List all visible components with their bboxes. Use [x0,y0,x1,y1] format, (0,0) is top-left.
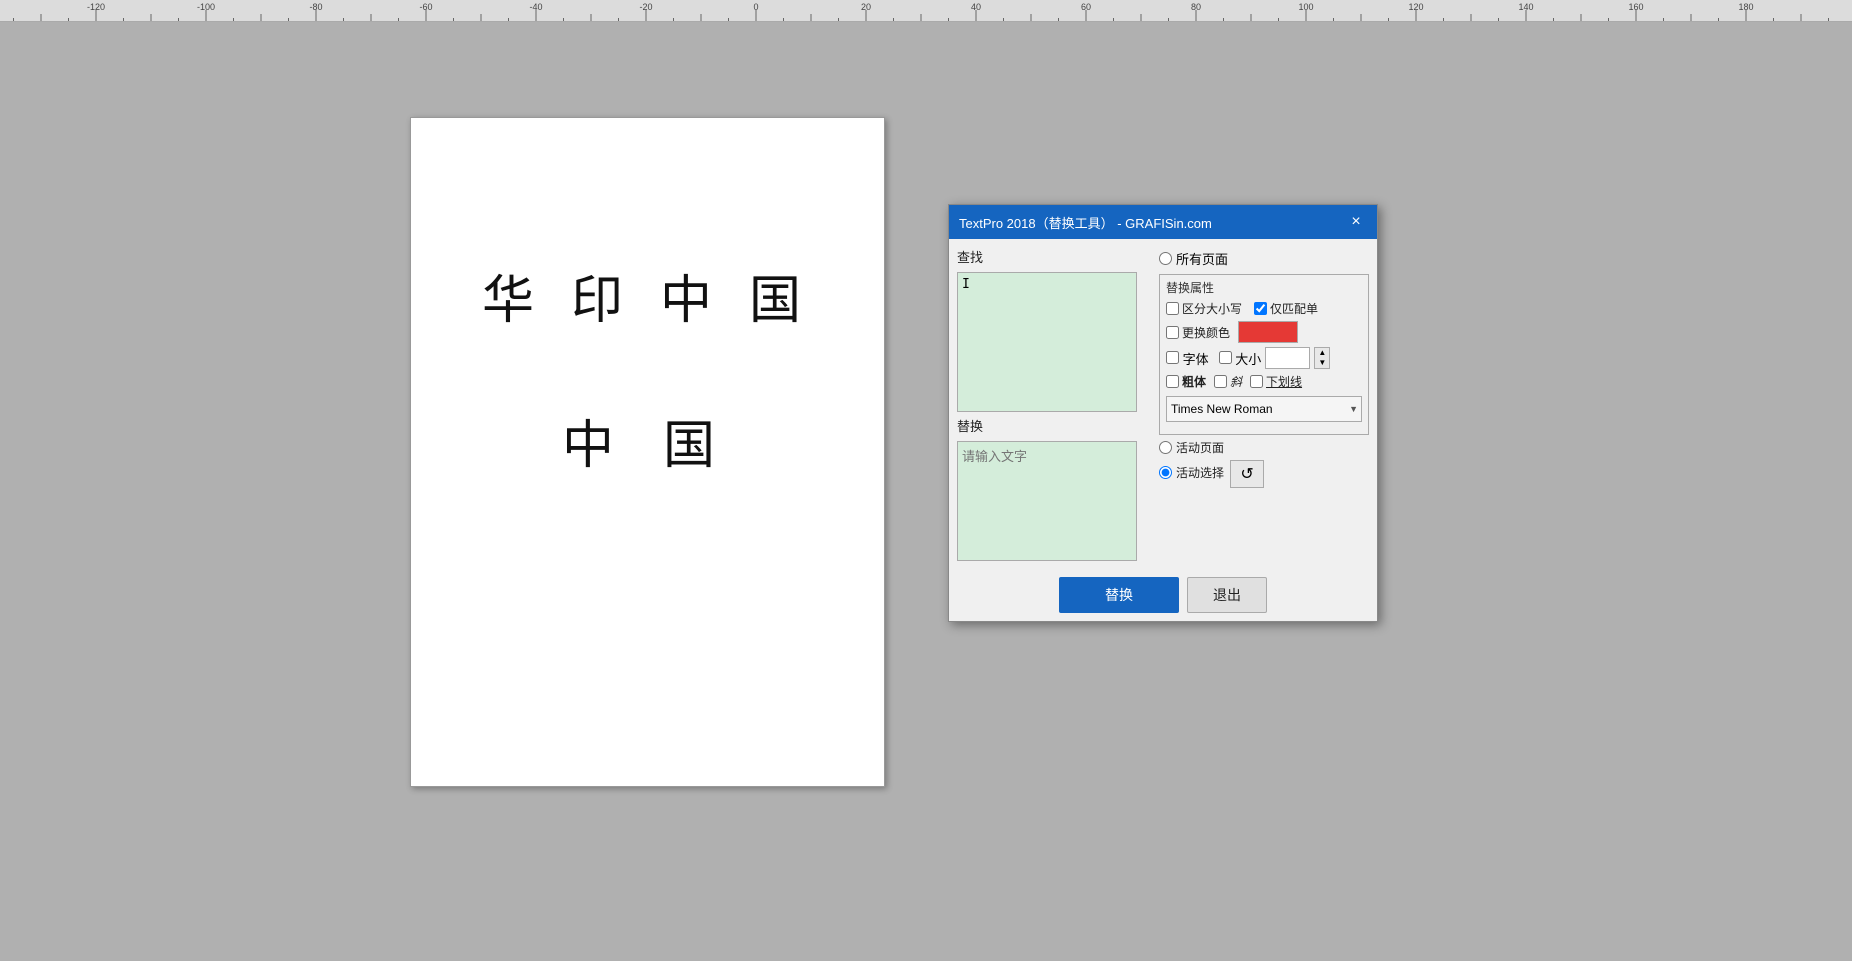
bold-label[interactable]: 粗体 [1166,373,1206,390]
replace-button[interactable]: 替换 [1059,577,1179,613]
dialog-footer: 替换 退出 [949,569,1377,621]
size-spin-up[interactable]: ▲ [1315,348,1329,358]
svg-text:80: 80 [1191,2,1201,12]
active-page-row: 活动页面 [1159,439,1369,456]
bold-checkbox[interactable] [1166,375,1179,388]
italic-label[interactable]: 斜 [1214,373,1242,390]
style-row: 粗体 斜 下划线 [1166,373,1362,390]
active-selection-label[interactable]: 活动选择 [1176,464,1224,481]
page-content: 华 印 中 国 中 国 [411,118,884,538]
canvas-area: 华 印 中 国 中 国 TextPro 2018（替换工具） - GRAFISi… [0,22,1852,961]
all-pages-label[interactable]: 所有页面 [1176,249,1228,268]
find-label: 查找 [957,247,1151,266]
svg-text:-40: -40 [529,2,542,12]
dialog-right-panel: 所有页面 替换属性 区分大小写 仅匹配单 [1159,247,1369,561]
ruler: -120 -100 -80 -60 -40 -20 0 20 40 60 80 100 120 140 16… [0,0,1852,22]
replace-label: 替换 [957,416,1151,435]
document-text-1: 华 印 中 国 [461,258,834,333]
svg-text:20: 20 [861,2,871,12]
size-checkbox-label[interactable]: 大小 [1219,349,1262,368]
exit-button[interactable]: 退出 [1187,577,1267,613]
undo-button[interactable]: ↺ [1230,460,1264,488]
svg-text:0: 0 [753,2,758,12]
underline-label[interactable]: 下划线 [1250,373,1302,390]
dialog-left-panel: 查找 I 替换 [957,247,1151,561]
size-spinner: ▲ ▼ [1314,347,1330,369]
svg-text:-120: -120 [87,2,105,12]
font-checkbox-label[interactable]: 字体 [1166,349,1209,368]
svg-text:180: 180 [1738,2,1753,12]
svg-text:-60: -60 [419,2,432,12]
all-pages-radio[interactable] [1159,252,1172,265]
checkbox-row-2: 更换颜色 [1166,321,1362,343]
size-checkbox[interactable] [1219,351,1232,364]
underline-checkbox[interactable] [1250,375,1263,388]
active-page-radio[interactable] [1159,441,1172,454]
color-swatch[interactable] [1238,321,1298,343]
replace-props-group: 替换属性 区分大小写 仅匹配单 [1159,274,1369,435]
checkbox-row-1: 区分大小写 仅匹配单 [1166,300,1362,317]
dialog-close-button[interactable]: × [1345,211,1367,233]
font-select-wrapper: Times New Roman Arial SimSun Microsoft Y… [1166,396,1362,422]
replace-dialog: TextPro 2018（替换工具） - GRAFISin.com × 查找 I… [948,204,1378,622]
find-textarea[interactable]: I [957,272,1137,412]
svg-text:-80: -80 [309,2,322,12]
font-select-row: Times New Roman Arial SimSun Microsoft Y… [1166,396,1362,422]
active-selection-row: 活动选择 ↺ [1159,460,1369,488]
case-sensitive-label[interactable]: 区分大小写 [1166,300,1242,317]
svg-text:140: 140 [1518,2,1533,12]
dialog-body: 查找 I 替换 所有页面 替换属性 [949,239,1377,569]
document-text-2: 中 国 [461,403,834,478]
match-single-label[interactable]: 仅匹配单 [1254,300,1318,317]
svg-text:60: 60 [1081,2,1091,12]
size-row: 字体 大小 12 ▲ ▼ [1166,347,1362,369]
replace-props-legend: 替换属性 [1166,279,1362,296]
change-color-checkbox[interactable] [1166,326,1179,339]
active-page-label[interactable]: 活动页面 [1176,439,1224,456]
all-pages-row: 所有页面 [1159,249,1369,268]
size-spin-down[interactable]: ▼ [1315,358,1329,368]
match-single-checkbox[interactable] [1254,302,1267,315]
svg-text:-100: -100 [197,2,215,12]
active-selection-radio[interactable] [1159,466,1172,479]
dialog-titlebar: TextPro 2018（替换工具） - GRAFISin.com × [949,205,1377,239]
svg-text:120: 120 [1408,2,1423,12]
svg-text:160: 160 [1628,2,1643,12]
case-sensitive-checkbox[interactable] [1166,302,1179,315]
change-color-label[interactable]: 更换颜色 [1166,324,1230,341]
font-checkbox[interactable] [1166,351,1179,364]
document-page: 华 印 中 国 中 国 [410,117,885,787]
italic-checkbox[interactable] [1214,375,1227,388]
font-select[interactable]: Times New Roman Arial SimSun Microsoft Y… [1166,396,1362,422]
dialog-title: TextPro 2018（替换工具） - GRAFISin.com [959,213,1212,232]
svg-text:100: 100 [1298,2,1313,12]
svg-text:-20: -20 [639,2,652,12]
active-selection-radio-row: 活动选择 [1159,464,1224,481]
size-input[interactable]: 12 [1265,347,1310,369]
svg-text:40: 40 [971,2,981,12]
replace-textarea[interactable] [957,441,1137,561]
